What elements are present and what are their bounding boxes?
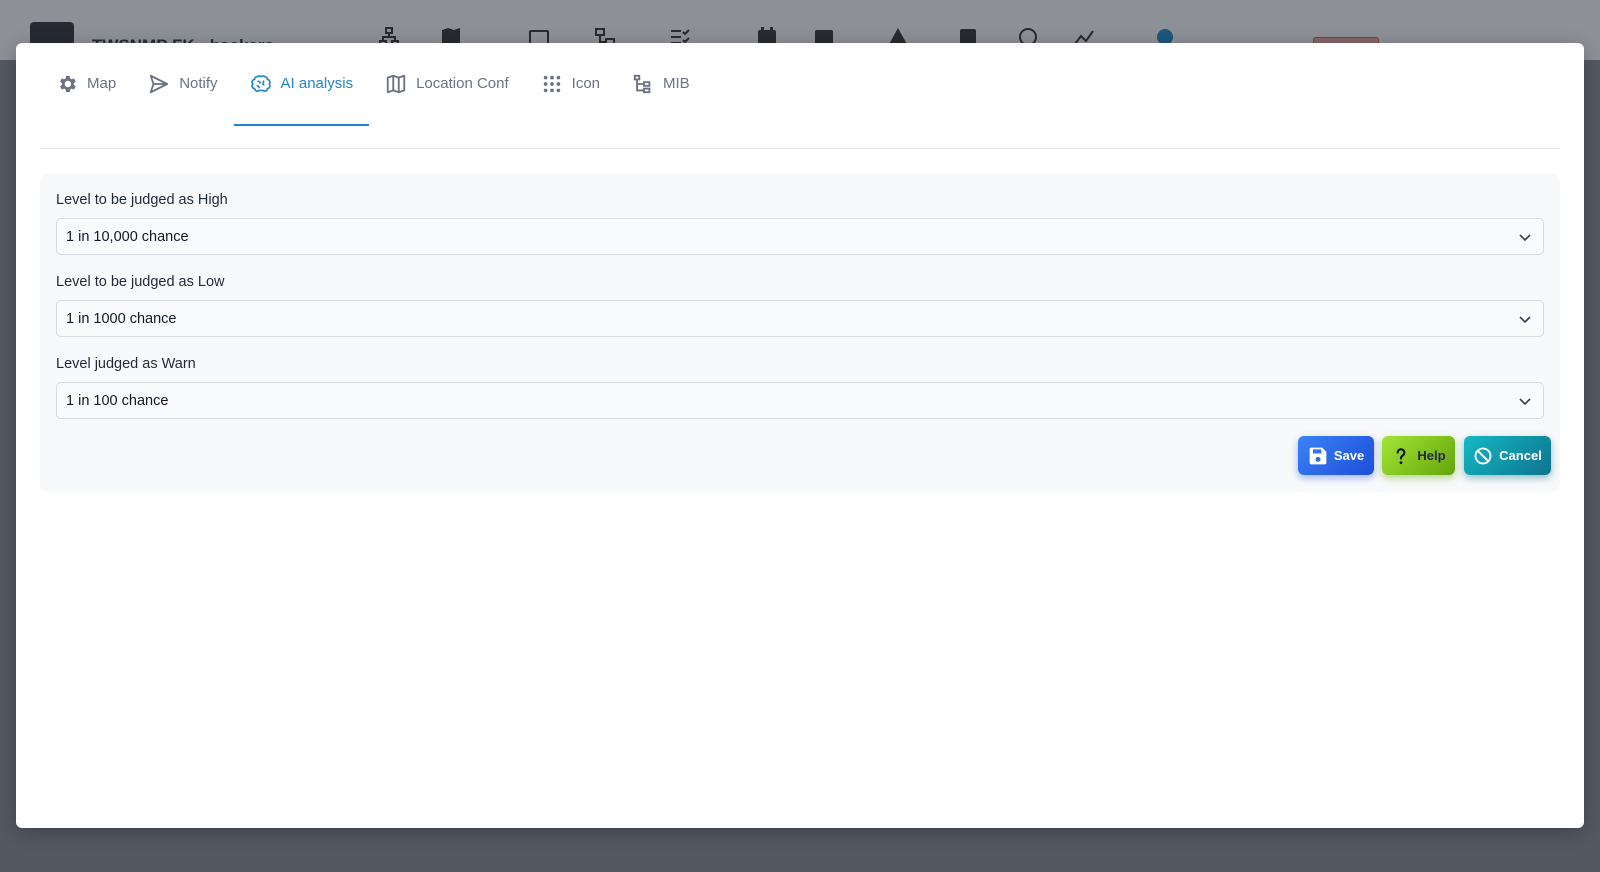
cancel-label: Cancel [1499,448,1542,463]
tab-icon[interactable]: Icon [525,43,616,126]
high-level-select[interactable]: 1 in 10,000 chance [56,218,1544,255]
tab-label: AI analysis [280,75,354,92]
chevron-down-icon [1519,398,1531,406]
settings-dialog: Map Notify AI analysis Location Conf Ico… [16,43,1584,828]
tab-label: Icon [571,75,601,92]
send-icon [148,73,170,95]
grid-dots-icon [541,73,563,95]
warn-level-label: Level judged as Warn [56,356,196,372]
chevron-down-icon [1519,316,1531,324]
help-label: Help [1417,448,1446,463]
question-mark-icon [1396,447,1406,464]
tab-mib[interactable]: MIB [616,43,706,126]
high-level-label: Level to be judged as High [56,192,228,208]
chevron-down-icon [1519,234,1531,242]
low-level-label: Level to be judged as Low [56,274,225,290]
tree-icon [632,73,654,95]
select-value: 1 in 10,000 chance [66,228,189,245]
select-value: 1 in 1000 chance [66,310,177,327]
tab-label: Map [87,75,117,92]
tab-ai-analysis[interactable]: AI analysis [233,43,370,126]
cancel-button[interactable]: Cancel [1464,436,1551,475]
tab-map[interactable]: Map [40,43,132,126]
map-icon [385,73,407,95]
brain-icon [250,73,272,95]
select-value: 1 in 100 chance [66,392,169,409]
floppy-disk-icon [1309,447,1327,464]
tab-label: Notify [179,75,218,92]
ban-icon [1474,447,1492,464]
tab-notify[interactable]: Notify [132,43,233,126]
save-label: Save [1333,448,1365,463]
tab-label: Location Conf [416,75,509,92]
tab-label: MIB [663,75,690,92]
low-level-select[interactable]: 1 in 1000 chance [56,300,1544,337]
tab-location-conf[interactable]: Location Conf [369,43,525,126]
settings-tabs: Map Notify AI analysis Location Conf Ico… [40,43,706,126]
help-button[interactable]: Help [1382,436,1455,475]
save-button[interactable]: Save [1298,436,1374,475]
tab-divider [40,148,1560,149]
gear-icon [56,73,78,95]
warn-level-select[interactable]: 1 in 100 chance [56,382,1544,419]
